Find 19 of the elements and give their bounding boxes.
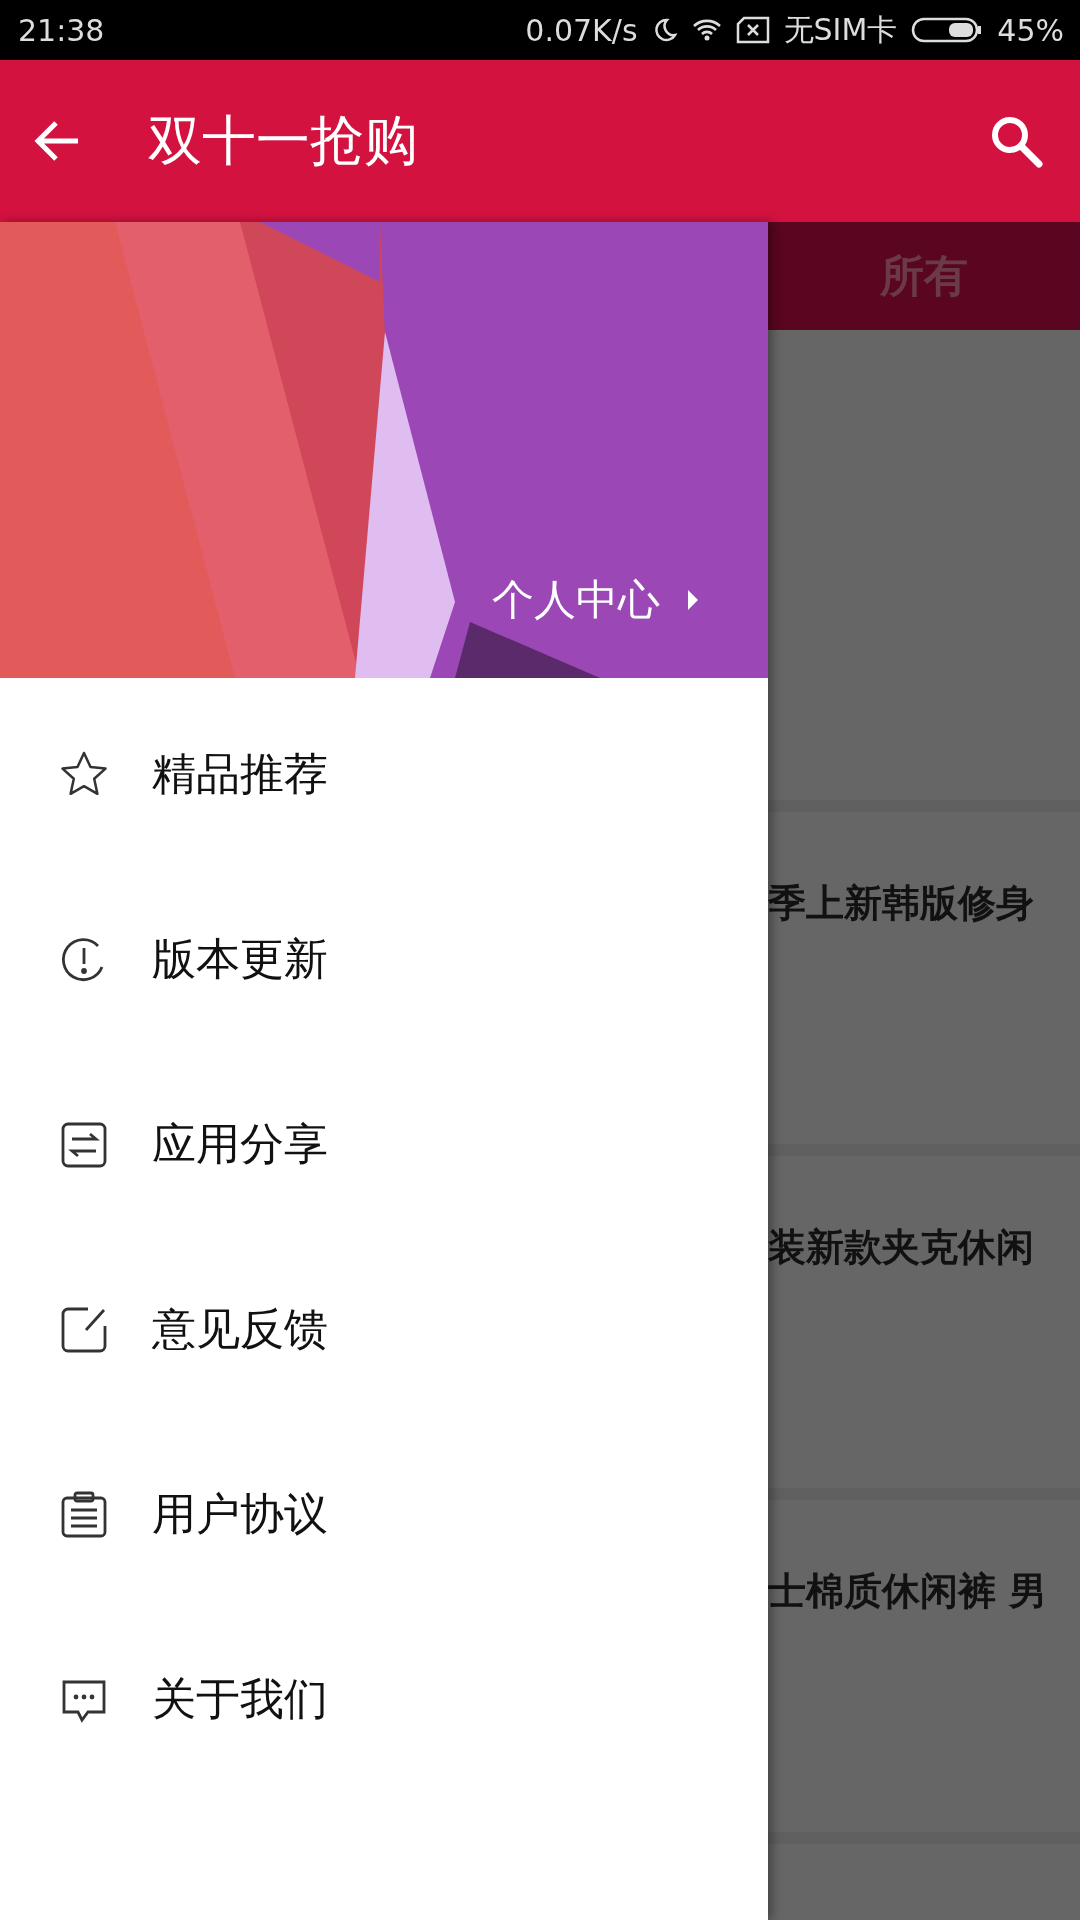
menu-item[interactable]: 精品推荐 — [0, 682, 768, 867]
menu-item[interactable]: 应用分享 — [0, 1052, 768, 1237]
no-sim-icon — [735, 16, 770, 44]
profile-link[interactable]: 个人中心 — [492, 572, 700, 628]
menu-item[interactable]: 关于我们 — [0, 1607, 768, 1792]
product-title: 装新款夹克休闲 — [768, 1224, 1035, 1271]
clock: 21:38 — [18, 12, 105, 48]
menu-item[interactable]: 版本更新 — [0, 867, 768, 1052]
screen-title: 双十一抢购 — [148, 107, 419, 174]
menu-item[interactable]: 意见反馈 — [0, 1237, 768, 1422]
product-title: 士棉质休闲裤 男 — [768, 1568, 1049, 1615]
network-speed: 0.07K/s — [525, 12, 638, 48]
menu-item[interactable]: 用户协议 — [0, 1422, 768, 1607]
caret-icon — [686, 587, 700, 613]
product-title: 季上新韩版修身 — [768, 880, 1035, 927]
wifi-icon — [691, 18, 722, 42]
battery-percent: 45% — [997, 12, 1064, 48]
battery-icon — [911, 16, 984, 44]
sim-status: 无SIM卡 — [783, 10, 898, 49]
